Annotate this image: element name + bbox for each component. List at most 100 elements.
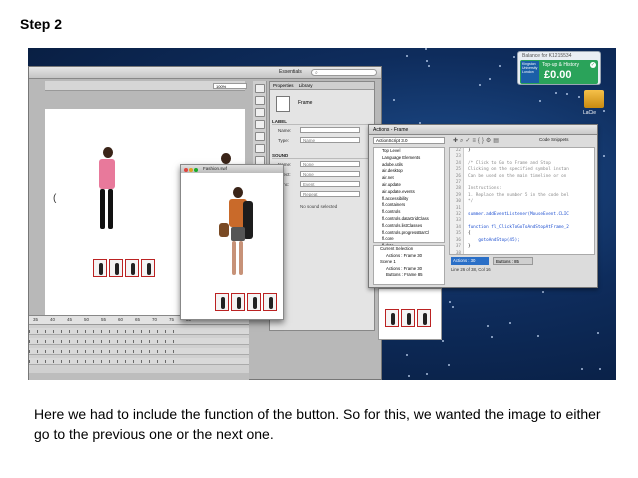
type-select[interactable]: Name	[300, 137, 360, 143]
toolbox-item[interactable]: fl.core	[382, 236, 444, 243]
toolbox-item[interactable]: fl.controls	[382, 209, 444, 216]
star-decoration	[489, 77, 492, 80]
thumbnail-button[interactable]	[125, 259, 139, 277]
toolbox-item[interactable]: air.update.events	[382, 189, 444, 196]
ruler-tick-label: 75	[169, 317, 175, 322]
timeline-layer[interactable]	[29, 328, 249, 335]
code-lines[interactable]: } /* Click to Go to Frame and Stop Clicki…	[468, 148, 569, 254]
stage-thumbnail-strip	[93, 259, 155, 277]
step-title: Step 2	[20, 16, 63, 32]
line-numbers: 22 23 24 25 26 27 28 29 30 31 32 33 34 3…	[450, 148, 464, 254]
workspace-switcher[interactable]: Essentials	[279, 69, 302, 75]
ruler-tick-label: 40	[50, 317, 56, 322]
star-decoration	[577, 96, 580, 99]
toolbox-item[interactable]: air.net	[382, 175, 444, 182]
star-decoration	[542, 291, 545, 294]
star-decoration	[441, 339, 444, 342]
flash-top-bar: Essentials ⌕	[29, 67, 381, 79]
minimize-icon[interactable]	[189, 168, 193, 172]
toolbox-item[interactable]: air.desktop	[382, 168, 444, 175]
toolbox-item[interactable]: air.update	[382, 182, 444, 189]
pen-tool-icon[interactable]	[255, 132, 265, 141]
toolbox-item[interactable]: fl.containers	[382, 202, 444, 209]
navigator-item[interactable]: Buttons : Frame 85	[380, 272, 444, 279]
thumbnail-button[interactable]	[417, 309, 431, 327]
preview-title: Fashion.swf	[203, 166, 228, 171]
topup-link[interactable]: Top-up & History	[542, 62, 579, 68]
label-section[interactable]: LABEL	[272, 118, 372, 125]
thumbnail-button[interactable]	[401, 309, 415, 327]
star-decoration	[448, 363, 450, 366]
thumbnail-button[interactable]	[385, 309, 399, 327]
repeat-select[interactable]: Repeat	[300, 191, 360, 197]
actions-toolbar[interactable]: ✚⌕✓≡{}⚙▤	[453, 137, 501, 145]
timeline-layer[interactable]	[29, 358, 249, 365]
script-editor[interactable]: 22 23 24 25 26 27 28 29 30 31 32 33 34 3…	[449, 147, 595, 255]
tab-properties[interactable]: Properties	[273, 83, 294, 88]
star-decoration	[393, 98, 396, 101]
sound-name-select[interactable]: None	[300, 161, 360, 167]
ruler-tick-label: 55	[101, 317, 107, 322]
star-decoration	[408, 374, 411, 377]
code-line: Can be used on the main timeline or on	[468, 173, 567, 179]
thumbnail-button[interactable]	[215, 293, 229, 311]
actionscript-version-select[interactable]: ActionScript 3.0	[373, 137, 445, 144]
star-decoration	[599, 368, 602, 371]
star-decoration	[425, 60, 428, 63]
actions-title: Actions - Frame	[369, 125, 597, 135]
caption: Here we had to include the function of t…	[34, 406, 601, 442]
tab-library[interactable]: Library	[299, 83, 313, 88]
star-decoration	[448, 300, 451, 303]
transform-tool-icon[interactable]	[255, 108, 265, 117]
timeline-layer[interactable]	[29, 338, 249, 345]
zoom-select[interactable]: 100%	[213, 83, 247, 89]
star-decoration	[602, 155, 605, 158]
thumbnail-button[interactable]	[109, 259, 123, 277]
sound-section[interactable]: SOUND	[272, 152, 372, 159]
code-line: function fl_ClickToGoToAndStopAtFrame_2	[468, 224, 569, 230]
balance-widget[interactable]: Balance for K1215534 Kingston University…	[517, 51, 601, 85]
type-label: Type:	[278, 138, 290, 143]
zoom-icon[interactable]	[194, 168, 198, 172]
actions-toolbox-tree[interactable]: Top Level Language Elements adobe.utils air…	[373, 147, 445, 248]
timeline-panel[interactable]: 35404550556065707580	[29, 315, 249, 380]
toolbox-item[interactable]: Language Elements	[382, 155, 444, 162]
thumbnail-button[interactable]	[141, 259, 155, 277]
star-decoration	[512, 55, 515, 58]
tab-actions-frame[interactable]: Actions : 30	[451, 257, 489, 265]
effect-select[interactable]: None	[300, 171, 360, 177]
star-decoration	[425, 48, 428, 51]
preview-titlebar: Fashion.swf	[181, 165, 283, 173]
line-col-status: Line 26 of 38, Col 16	[451, 267, 491, 272]
help-search-input[interactable]: ⌕	[311, 69, 377, 76]
timeline-layer[interactable]	[29, 348, 249, 355]
swf-preview-window: Fashion.swf	[180, 164, 284, 320]
ruler-tick-label: 50	[84, 317, 90, 322]
subselection-tool-icon[interactable]	[255, 96, 265, 105]
thumbnail-button[interactable]	[263, 293, 277, 311]
thumbnail-button[interactable]	[247, 293, 261, 311]
star-decoration	[603, 110, 606, 113]
tab-buttons-frame[interactable]: Buttons : 85	[493, 257, 533, 265]
selection-tool-icon[interactable]	[255, 84, 265, 93]
drive-label: LaCie	[583, 110, 597, 116]
thumbnail-button[interactable]	[93, 259, 107, 277]
thumbnail-button[interactable]	[231, 293, 245, 311]
close-icon[interactable]	[184, 168, 188, 172]
toolbox-item[interactable]: fl.accessibility	[382, 196, 444, 203]
sync-select[interactable]: Event	[300, 181, 360, 187]
toolbox-item[interactable]: fl.controls.listClasses	[382, 223, 444, 230]
ruler-tick-label: 70	[152, 317, 158, 322]
lasso-tool-icon[interactable]	[255, 120, 265, 129]
toolbox-item[interactable]: adobe.utils	[382, 162, 444, 169]
toolbox-item[interactable]: fl.controls.dataGridClass	[382, 216, 444, 223]
external-drive-icon[interactable]	[584, 90, 604, 108]
toolbox-item[interactable]: Top Level	[382, 148, 444, 155]
script-navigator[interactable]: Current Selection Actions : Frame 30 Scene…	[373, 245, 445, 285]
code-snippets-button[interactable]: Code Snippets	[539, 137, 569, 142]
toolbox-item[interactable]: fl.controls.progressBarCl	[382, 230, 444, 237]
frame-name-input[interactable]	[300, 127, 360, 133]
star-decoration	[539, 100, 542, 103]
text-tool-icon[interactable]	[255, 144, 265, 153]
timeline-controls[interactable]	[29, 373, 249, 380]
